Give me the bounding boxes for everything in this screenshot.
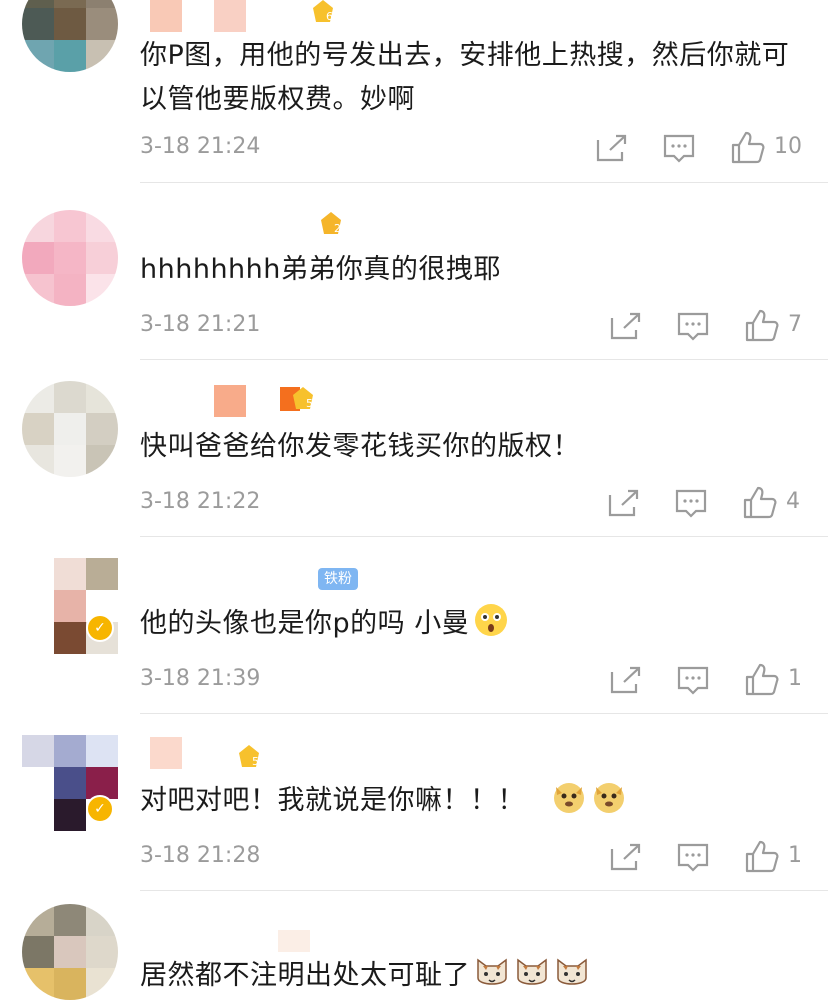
comment-meta: 3-18 21:28 1 (140, 839, 804, 879)
shocked-emoji-icon (475, 604, 508, 636)
share-icon[interactable] (606, 839, 646, 875)
comment-icon[interactable] (674, 662, 714, 698)
thumbs-up-icon[interactable] (740, 485, 780, 521)
fan-medal-icon: 6 (313, 0, 333, 23)
divider (140, 359, 828, 360)
comment-icon[interactable] (672, 485, 712, 521)
username-mosaic[interactable] (214, 0, 246, 32)
cat-emoji-icon (557, 958, 587, 985)
fan-badge: 铁粉 (318, 568, 358, 590)
comment-text-body: 居然都不注明出处太可耻了 (140, 960, 470, 991)
like-count: 10 (774, 134, 802, 159)
verified-badge-icon: ✓ (86, 614, 114, 642)
thumbs-up-icon[interactable] (728, 130, 768, 166)
verified-badge-icon: ✓ (86, 795, 114, 823)
share-icon[interactable] (604, 485, 644, 521)
comment-time: 3-18 21:24 (140, 134, 261, 159)
username-mosaic[interactable] (214, 385, 246, 417)
divider (140, 890, 828, 891)
svg-text:2: 2 (334, 222, 341, 235)
username-mosaic[interactable] (150, 737, 182, 769)
share-icon[interactable] (592, 130, 632, 166)
avatar[interactable] (22, 210, 118, 306)
doge-emoji-icon (554, 783, 584, 813)
cat-emoji-icon (517, 958, 547, 985)
divider (140, 536, 828, 537)
doge-emoji-icon (594, 783, 624, 813)
divider (140, 713, 828, 714)
comment-icon[interactable] (660, 130, 700, 166)
like-count: 1 (788, 666, 802, 691)
comment-meta: 3-18 21:39 1 (140, 662, 804, 702)
fan-medal-icon: 2 (321, 212, 341, 235)
comment-time: 3-18 21:39 (140, 666, 261, 691)
comment-icon[interactable] (674, 839, 714, 875)
fan-medal-icon: 5 (280, 387, 313, 411)
username-mosaic[interactable] (278, 930, 310, 952)
comment-text: 快叫爸爸给你发零花钱买你的版权！ (140, 431, 580, 462)
like-count: 1 (788, 843, 802, 868)
comment-text: 对吧对吧！我就说是你嘛！！！ (140, 779, 798, 823)
comment-text: 你P图，用他的号发出去，安排他上热搜，然后你就可以管他要版权费。妙啊 (140, 40, 790, 115)
avatar[interactable] (22, 0, 118, 72)
avatar[interactable] (22, 381, 118, 477)
svg-text:5: 5 (252, 755, 259, 768)
svg-text:5: 5 (306, 397, 313, 410)
cat-emoji-icon (477, 958, 507, 985)
share-icon[interactable] (606, 308, 646, 344)
comment-meta: 3-18 21:24 10 (140, 130, 804, 170)
thumbs-up-icon[interactable] (742, 662, 782, 698)
comment-text: 居然都不注明出处太可耻了 (140, 954, 798, 998)
comment-text: hhhhhhhh弟弟你真的很拽耶 (140, 254, 501, 285)
comment-time: 3-18 21:28 (140, 843, 261, 868)
divider (140, 182, 828, 183)
comment-text-body: 他的头像也是你p的吗 小曼 (140, 608, 470, 639)
comment-time: 3-18 21:21 (140, 312, 261, 337)
comment-time: 3-18 21:22 (140, 489, 261, 514)
avatar[interactable] (22, 904, 118, 1000)
thumbs-up-icon[interactable] (742, 839, 782, 875)
share-icon[interactable] (606, 662, 646, 698)
comment-icon[interactable] (674, 308, 714, 344)
comment-meta: 3-18 21:21 7 (140, 308, 804, 348)
svg-text:6: 6 (326, 10, 333, 23)
comment-meta: 3-18 21:22 4 (140, 485, 804, 525)
fan-medal-icon: 5 (239, 745, 259, 768)
comment-text: 他的头像也是你p的吗 小曼 (140, 602, 798, 646)
comment-text-body: 对吧对吧！我就说是你嘛！！！ (140, 785, 525, 816)
like-count: 4 (786, 489, 800, 514)
like-count: 7 (788, 312, 802, 337)
username-mosaic[interactable] (150, 0, 182, 32)
thumbs-up-icon[interactable] (742, 308, 782, 344)
